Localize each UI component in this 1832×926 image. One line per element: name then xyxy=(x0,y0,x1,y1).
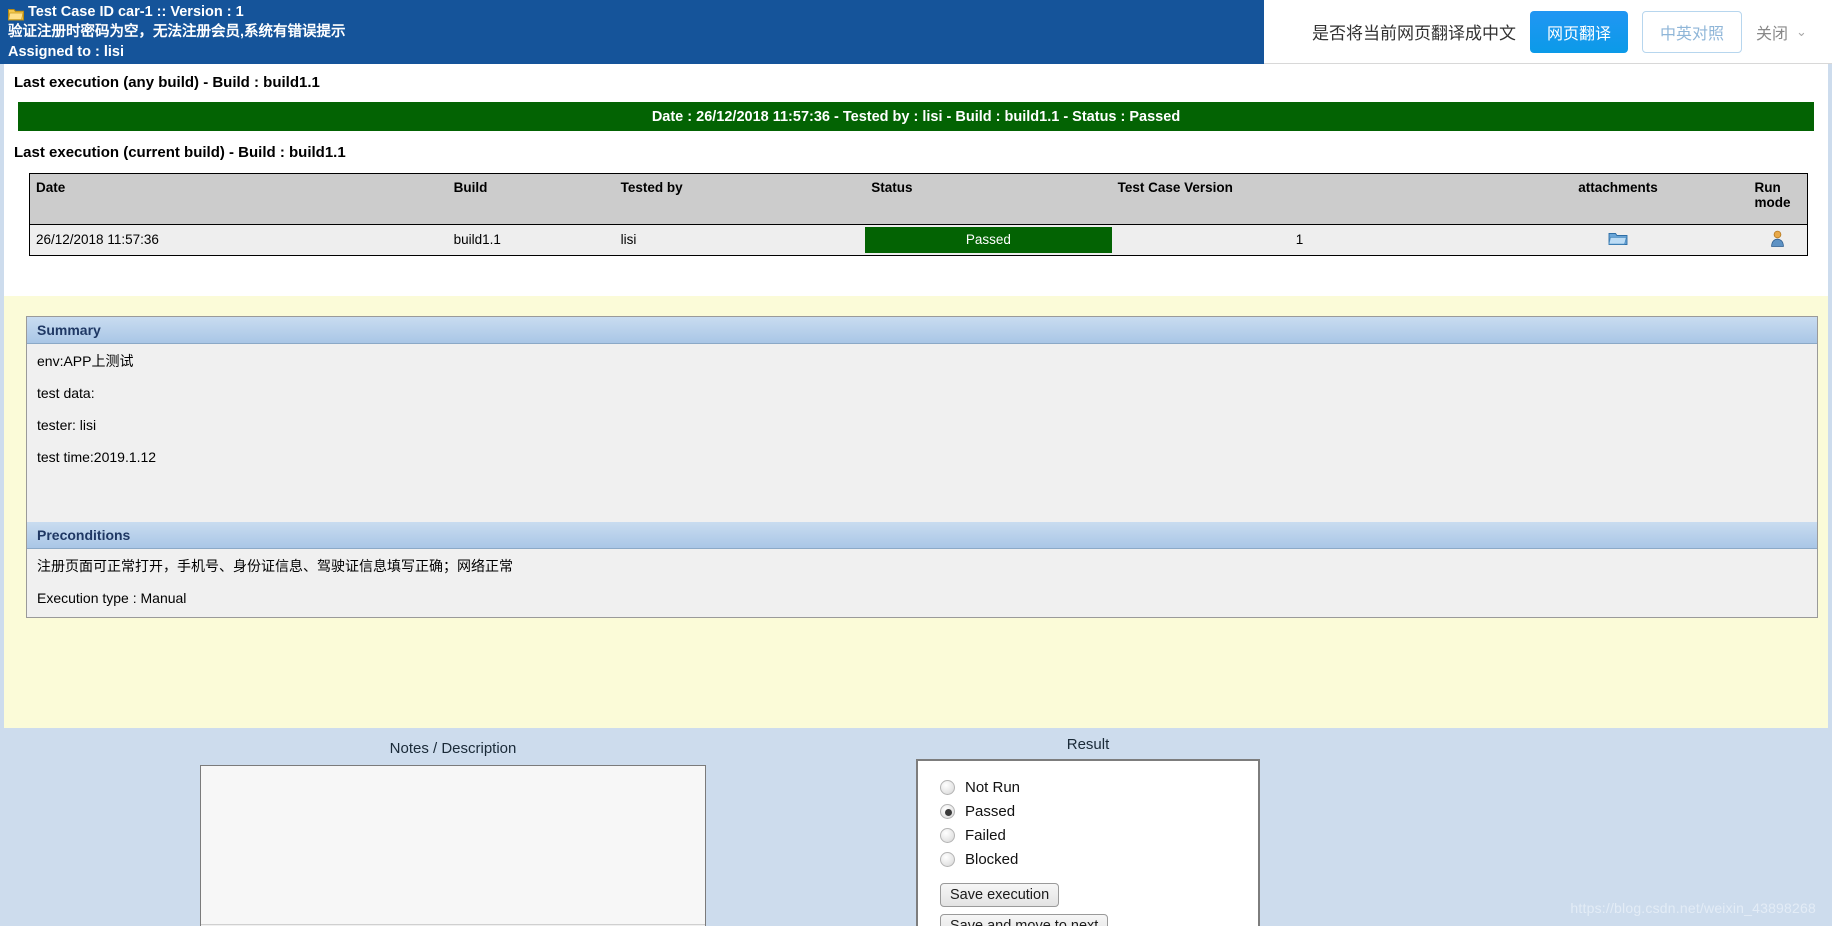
summary-heading: Summary xyxy=(27,317,1817,344)
detail-card: Summary env:APP上测试 test data: tester: li… xyxy=(26,316,1818,618)
bilingual-compare-button[interactable]: 中英对照 xyxy=(1642,10,1743,53)
result-label: Result xyxy=(1066,736,1110,753)
translate-bar: 是否将当前网页翻译成中文 网页翻译 中英对照 关闭 ⌄ xyxy=(1264,0,1832,64)
preconditions-body: 注册页面可正常打开，手机号、身份证信息、驾驶证信息填写正确；网络正常 Execu… xyxy=(27,549,1817,617)
summary-line-1: env:APP上测试 xyxy=(37,353,134,369)
execution-form-footer: Notes / Description ◀ ▶ Result Not Run P… xyxy=(0,728,1832,926)
test-case-detail-panel: Summary env:APP上测试 test data: tester: li… xyxy=(0,296,1832,728)
notes-label: Notes / Description xyxy=(389,740,517,757)
cell-build-text: build1.1 xyxy=(453,232,501,248)
cell-date: 26/12/2018 11:57:36 xyxy=(30,224,448,255)
cell-date-text: 26/12/2018 11:57:36 xyxy=(36,232,159,248)
manual-person-icon xyxy=(1770,230,1785,247)
col-run-mode-line1: Run xyxy=(1754,180,1781,195)
translate-prompt: 是否将当前网页翻译成中文 xyxy=(1312,24,1516,43)
summary-line-2: test data: xyxy=(37,385,95,401)
assigned-to: Assigned to : lisi xyxy=(8,44,125,60)
execution-table-wrapper: Date Build Tested by Status Test Case Ve… xyxy=(29,173,1808,256)
test-case-description: 验证注册时密码为空，无法注册会员,系统有错误提示 xyxy=(8,24,346,40)
preconditions-line-1: 注册页面可正常打开，手机号、身份证信息、驾驶证信息填写正确；网络正常 xyxy=(37,558,513,574)
result-block: Result Not Run Passed Failed Blocked Sav… xyxy=(916,736,1260,926)
radio-icon-blocked[interactable] xyxy=(940,851,955,867)
col-attachments: attachments xyxy=(1487,174,1749,225)
cell-run-mode xyxy=(1748,224,1807,255)
radio-option-passed[interactable]: Passed xyxy=(940,799,1258,823)
execution-type-line: Execution type : Manual xyxy=(37,590,187,606)
radio-option-failed[interactable]: Failed xyxy=(940,823,1258,847)
result-options-box: Not Run Passed Failed Blocked Save execu… xyxy=(916,759,1260,926)
save-and-move-to-next-button[interactable]: Save and move to next xyxy=(940,914,1109,926)
cell-test-case-version-text: 1 xyxy=(1295,232,1304,248)
result-button-row: Save execution Save and move to next xyxy=(940,883,1258,926)
radio-option-blocked[interactable]: Blocked xyxy=(940,847,1258,871)
table-row: 26/12/2018 11:57:36 build1.1 lisi Passed… xyxy=(30,224,1807,255)
watermark: https://blog.csdn.net/weixin_43898268 xyxy=(1570,900,1816,916)
col-test-case-version: Test Case Version xyxy=(1111,174,1488,225)
last-execution-current-build-title: Last execution (current build) - Build :… xyxy=(14,144,346,161)
summary-line-3: tester: lisi xyxy=(37,417,97,433)
col-build: Build xyxy=(447,174,615,225)
radio-option-not-run[interactable]: Not Run xyxy=(940,775,1258,799)
top-bar: Test Case ID car-1 :: Version : 1 验证注册时密… xyxy=(0,0,1832,64)
translate-page-button[interactable]: 网页翻译 xyxy=(1530,10,1629,53)
folder-icon xyxy=(8,7,24,20)
radio-label-not-run: Not Run xyxy=(965,778,1021,796)
cell-build: build1.1 xyxy=(447,224,615,255)
radio-label-failed: Failed xyxy=(965,826,1006,844)
last-execution-any-build-title: Last execution (any build) - Build : bui… xyxy=(14,74,320,91)
col-tested-by: Tested by xyxy=(614,174,866,225)
preconditions-heading: Preconditions xyxy=(27,522,1817,549)
table-header-row: Date Build Tested by Status Test Case Ve… xyxy=(30,174,1807,225)
radio-icon-not-run[interactable] xyxy=(940,779,955,795)
col-run-mode: Run mode xyxy=(1748,174,1807,225)
summary-line-4: test time:2019.1.12 xyxy=(37,449,157,465)
radio-label-passed: Passed xyxy=(965,802,1016,820)
cell-tested-by-text: lisi xyxy=(620,232,637,248)
chevron-down-icon[interactable]: ⌄ xyxy=(1796,24,1807,40)
cell-tested-by: lisi xyxy=(614,224,866,255)
radio-icon-failed[interactable] xyxy=(940,827,955,843)
notes-block: Notes / Description ◀ ▶ xyxy=(200,740,706,926)
execution-table: Date Build Tested by Status Test Case Ve… xyxy=(30,174,1807,255)
test-case-title: Test Case ID car-1 :: Version : 1 xyxy=(28,4,244,20)
execution-panel: Last execution (any build) - Build : bui… xyxy=(0,64,1832,296)
radio-icon-passed[interactable] xyxy=(940,803,955,819)
notes-description-input[interactable]: ◀ ▶ xyxy=(200,765,706,926)
col-status: Status xyxy=(865,174,1112,225)
folder-attachment-icon[interactable] xyxy=(1608,231,1628,246)
close-translate-button[interactable]: 关闭 xyxy=(1756,20,1788,44)
last-execution-status-bar: Date : 26/12/2018 11:57:36 - Tested by :… xyxy=(18,102,1814,131)
cell-attachments xyxy=(1487,224,1749,255)
save-execution-button[interactable]: Save execution xyxy=(940,883,1060,907)
col-run-mode-line2: mode xyxy=(1754,195,1791,210)
page-root: Test Case ID car-1 :: Version : 1 验证注册时密… xyxy=(0,0,1832,926)
radio-label-blocked: Blocked xyxy=(965,850,1019,868)
cell-test-case-version: 1 xyxy=(1111,224,1488,255)
col-date: Date xyxy=(30,174,448,225)
cell-status: Passed xyxy=(865,224,1112,255)
summary-body: env:APP上测试 test data: tester: lisi test … xyxy=(27,344,1817,522)
status-badge: Passed xyxy=(865,226,1112,253)
test-case-header: Test Case ID car-1 :: Version : 1 验证注册时密… xyxy=(0,0,1264,64)
